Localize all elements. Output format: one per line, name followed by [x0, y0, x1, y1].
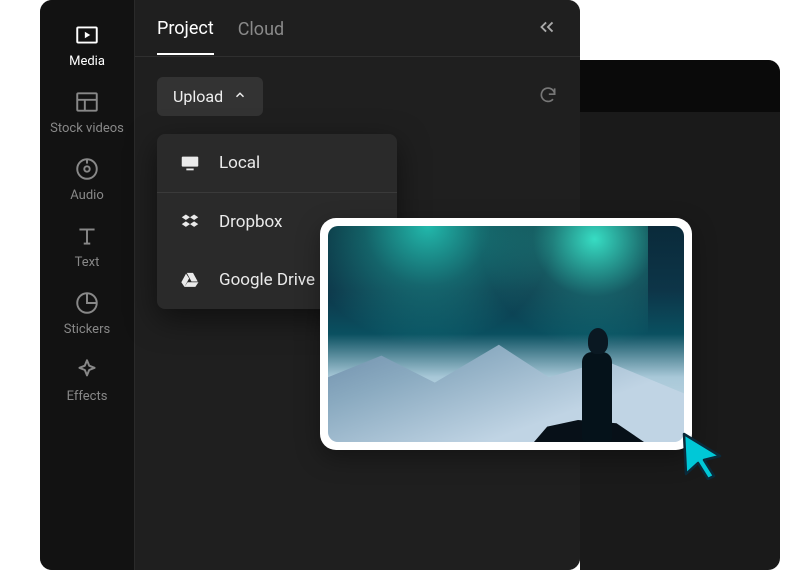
sidebar-item-stock-videos[interactable]: Stock videos	[40, 89, 134, 136]
upload-button[interactable]: Upload	[157, 77, 263, 116]
sidebar-item-audio[interactable]: Audio	[40, 156, 134, 203]
sidebar-item-label: Effects	[67, 389, 108, 404]
sidebar-item-effects[interactable]: Effects	[40, 357, 134, 404]
tabs: Project Cloud	[135, 0, 580, 56]
upload-option-label: Dropbox	[219, 212, 283, 232]
chevron-double-left-icon	[536, 16, 558, 42]
toolbar: Upload	[135, 57, 580, 126]
sidebar-item-media[interactable]: Media	[40, 22, 134, 69]
sidebar-item-label: Audio	[70, 188, 103, 203]
tab-project[interactable]: Project	[157, 18, 214, 55]
refresh-button[interactable]	[538, 85, 558, 109]
disc-icon	[74, 156, 100, 182]
sidebar: Media Stock videos Audio	[40, 0, 135, 570]
monitor-icon	[179, 152, 201, 174]
sidebar-item-label: Stickers	[64, 322, 110, 337]
sidebar-item-label: Text	[75, 255, 100, 270]
upload-option-label: Google Drive	[219, 270, 315, 290]
play-rect-icon	[74, 22, 100, 48]
sidebar-item-label: Stock videos	[50, 121, 124, 136]
upload-button-label: Upload	[173, 87, 223, 106]
collapse-button[interactable]	[536, 16, 558, 56]
google-drive-icon	[179, 269, 201, 291]
sidebar-item-text[interactable]: Text	[40, 223, 134, 270]
dropbox-icon	[179, 211, 201, 233]
chevron-up-icon	[233, 87, 247, 106]
sidebar-item-stickers[interactable]: Stickers	[40, 290, 134, 337]
text-icon	[74, 223, 100, 249]
media-thumbnail[interactable]	[320, 218, 692, 450]
sparkle-icon	[74, 357, 100, 383]
sidebar-item-label: Media	[69, 54, 105, 69]
upload-option-label: Local	[219, 153, 260, 173]
refresh-icon	[538, 85, 558, 109]
tab-cloud[interactable]: Cloud	[238, 19, 284, 54]
thumbnail-image	[328, 226, 684, 442]
secondary-panel-header	[580, 60, 780, 112]
upload-option-local[interactable]: Local	[157, 134, 397, 193]
grid-icon	[74, 89, 100, 115]
pie-icon	[74, 290, 100, 316]
cursor-pointer-icon	[678, 430, 728, 480]
